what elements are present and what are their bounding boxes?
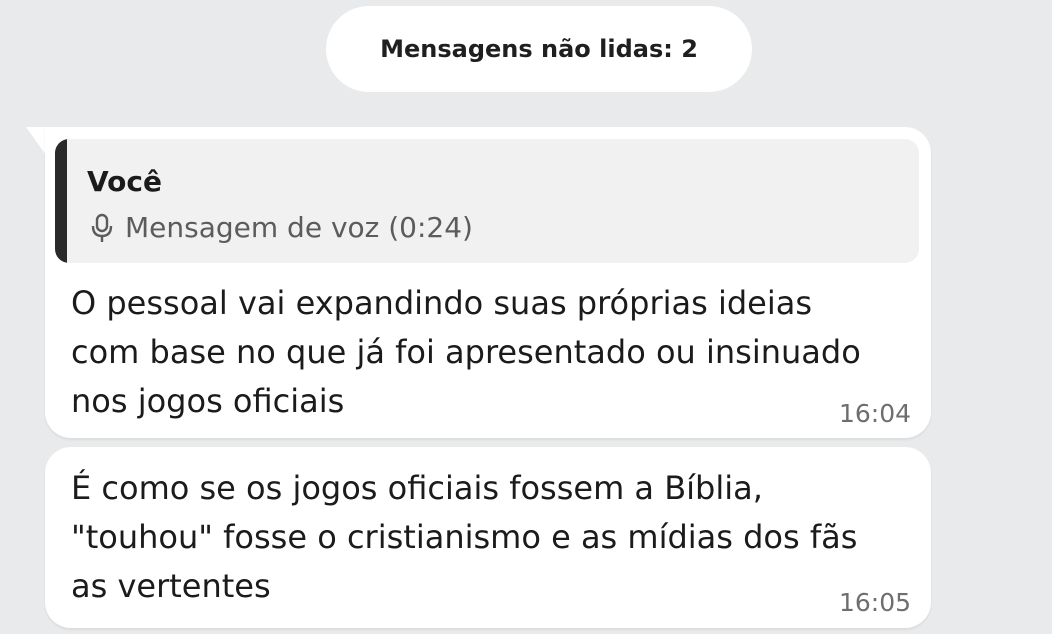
message-timestamp: 16:05: [838, 588, 911, 617]
microphone-icon: [91, 213, 113, 242]
unread-messages-banner: Mensagens não lidas: 2: [326, 6, 752, 92]
message-text: O pessoal vai expandindo suas próprias i…: [71, 284, 861, 420]
quote-accent-bar: [55, 139, 67, 263]
message-timestamp: 16:04: [838, 399, 911, 428]
unread-messages-label: Mensagens não lidas: 2: [380, 35, 698, 63]
message-bubble[interactable]: Você Mensagem de voz (0:24) O pessoal va…: [45, 127, 931, 438]
voice-message-preview: Mensagem de voz (0:24): [125, 211, 473, 244]
quoted-preview: Mensagem de voz (0:24): [91, 211, 473, 244]
message-bubble[interactable]: É como se os jogos oficiais fossem a Bíb…: [45, 447, 931, 628]
quoted-author: Você: [87, 165, 162, 198]
quoted-reply[interactable]: Você Mensagem de voz (0:24): [55, 139, 919, 263]
message-text: É como se os jogos oficiais fossem a Bíb…: [71, 469, 858, 605]
bubble-tail: [26, 127, 46, 155]
